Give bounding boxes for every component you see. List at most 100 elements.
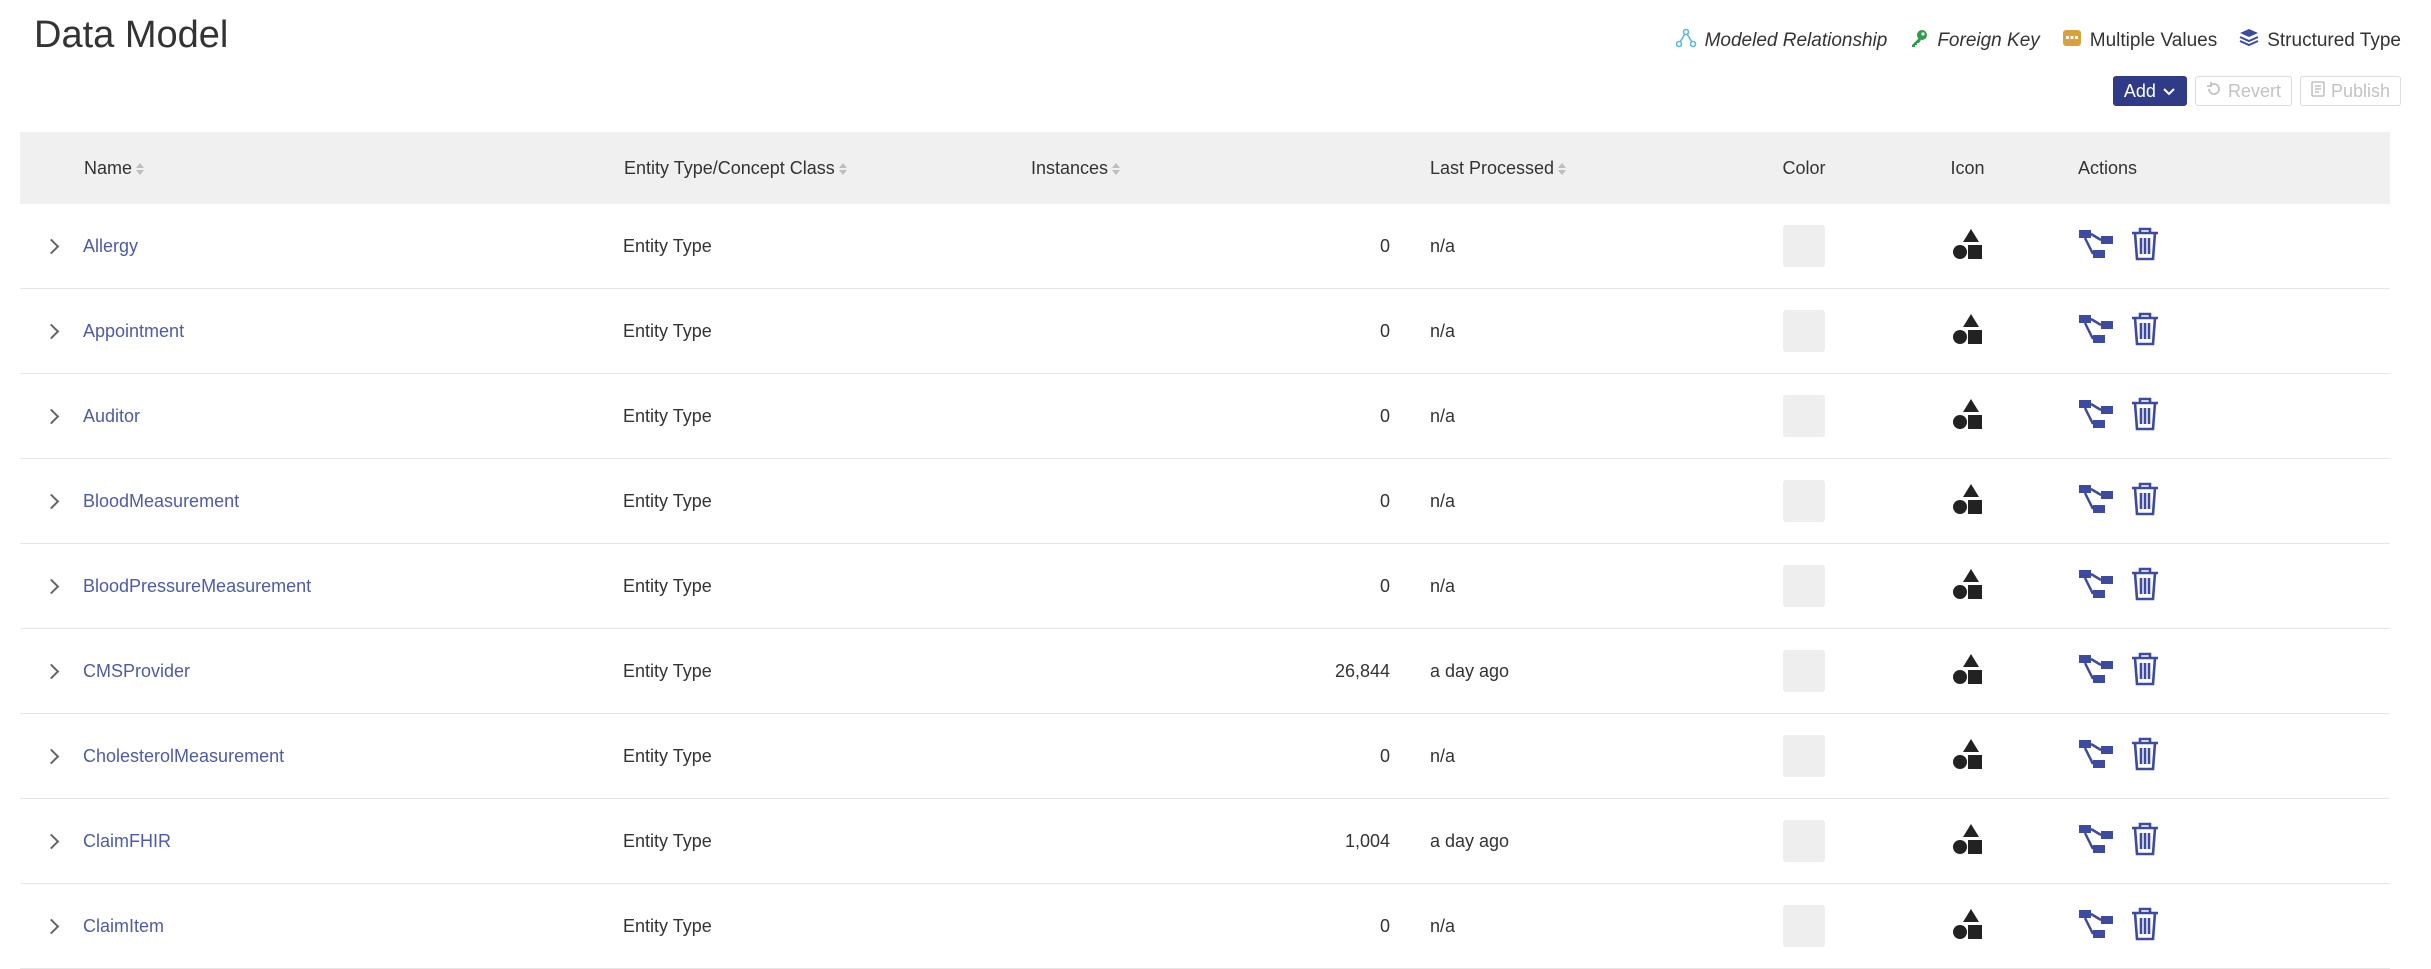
actions-cell xyxy=(2070,458,2390,544)
instances-column-header[interactable]: Instances xyxy=(1031,132,1410,204)
icon-cell xyxy=(1865,628,2070,714)
row-actions xyxy=(2070,481,2390,522)
shapes-icon[interactable] xyxy=(1952,228,1984,265)
last-processed-value[interactable]: a day ago xyxy=(1430,831,1509,851)
color-swatch[interactable] xyxy=(1783,905,1825,947)
expand-row-toggle[interactable] xyxy=(20,373,83,459)
add-button[interactable]: Add xyxy=(2112,76,2187,106)
entity-name-link[interactable]: BloodMeasurement xyxy=(83,491,239,511)
color-swatch[interactable] xyxy=(1783,225,1825,267)
last-processed-value: n/a xyxy=(1430,490,1456,511)
entity-name-link[interactable]: ClaimFHIR xyxy=(83,831,171,851)
instances-value[interactable]: 26,844 xyxy=(1335,661,1390,681)
trash-icon[interactable] xyxy=(2130,311,2160,352)
entity-name-link[interactable]: CMSProvider xyxy=(83,661,190,681)
color-swatch[interactable] xyxy=(1783,310,1825,352)
actions-cell xyxy=(2070,204,2390,289)
trash-icon[interactable] xyxy=(2130,736,2160,777)
actions-cell xyxy=(2070,798,2390,884)
expand-row-toggle[interactable] xyxy=(20,798,83,884)
relationship-diagram-icon[interactable] xyxy=(2078,227,2114,266)
legend-modeled-relationship: Modeled Relationship xyxy=(1675,28,1887,54)
color-swatch[interactable] xyxy=(1783,650,1825,692)
actions-column-header: Actions xyxy=(2070,132,2390,204)
trash-icon[interactable] xyxy=(2130,906,2160,947)
expand-row-toggle[interactable] xyxy=(20,204,83,289)
shapes-icon[interactable] xyxy=(1952,823,1984,860)
color-swatch[interactable] xyxy=(1783,735,1825,777)
relationship-diagram-icon[interactable] xyxy=(2078,567,2114,606)
expand-row-toggle[interactable] xyxy=(20,628,83,714)
expand-row-toggle[interactable] xyxy=(20,458,83,544)
relationship-diagram-icon[interactable] xyxy=(2078,737,2114,776)
relationship-diagram-icon[interactable] xyxy=(2078,822,2114,861)
color-swatch[interactable] xyxy=(1783,480,1825,522)
last-processed-header-label: Last Processed xyxy=(1430,157,1555,178)
color-cell xyxy=(1743,373,1865,459)
instances-value[interactable]: 1,004 xyxy=(1345,831,1390,851)
undo-icon xyxy=(2206,81,2222,102)
shapes-icon[interactable] xyxy=(1952,653,1984,690)
revert-button[interactable]: Revert xyxy=(2194,76,2292,106)
color-cell xyxy=(1743,288,1865,374)
chevron-right-icon xyxy=(43,238,60,254)
instances-value: 0 xyxy=(1379,405,1390,426)
shapes-icon[interactable] xyxy=(1952,313,1984,350)
last-processed-value: n/a xyxy=(1430,235,1456,256)
entity-name-link[interactable]: ClaimItem xyxy=(83,916,164,936)
relationship-diagram-icon[interactable] xyxy=(2078,397,2114,436)
last-processed-value: n/a xyxy=(1430,915,1456,936)
instances-value: 0 xyxy=(1379,320,1390,341)
chevron-right-icon xyxy=(43,408,60,424)
icon-cell xyxy=(1865,543,2070,629)
table-row: Allergy Entity Type 0 n/a xyxy=(20,204,2390,289)
entity-name-link[interactable]: Allergy xyxy=(83,236,138,256)
type-column-header[interactable]: Entity Type/Concept Class xyxy=(623,132,1031,204)
relationship-diagram-icon[interactable] xyxy=(2078,482,2114,521)
entity-name-link[interactable]: CholesterolMeasurement xyxy=(83,746,284,766)
shapes-icon[interactable] xyxy=(1952,908,1984,945)
expand-row-toggle[interactable] xyxy=(20,713,83,799)
trash-icon[interactable] xyxy=(2130,566,2160,607)
last-processed-column-header[interactable]: Last Processed xyxy=(1410,132,1743,204)
entity-name-link[interactable]: Auditor xyxy=(83,406,140,426)
trash-icon[interactable] xyxy=(2130,651,2160,692)
entity-type: Entity Type xyxy=(623,883,1031,969)
expand-row-toggle[interactable] xyxy=(20,883,83,969)
publish-button[interactable]: Publish xyxy=(2299,76,2401,106)
expand-row-toggle[interactable] xyxy=(20,288,83,374)
shapes-icon[interactable] xyxy=(1952,738,1984,775)
relationship-diagram-icon[interactable] xyxy=(2078,312,2114,351)
icon-cell xyxy=(1865,288,2070,374)
instances-header-label: Instances xyxy=(1031,157,1109,178)
trash-icon[interactable] xyxy=(2130,821,2160,862)
color-swatch[interactable] xyxy=(1783,395,1825,437)
chevron-right-icon xyxy=(43,918,60,934)
entity-name-link[interactable]: Appointment xyxy=(83,321,184,341)
last-processed-value[interactable]: a day ago xyxy=(1430,661,1509,681)
trash-icon[interactable] xyxy=(2130,481,2160,522)
last-processed: n/a xyxy=(1410,883,1743,969)
shapes-icon[interactable] xyxy=(1952,568,1984,605)
legend-label: Structured Type xyxy=(2267,30,2401,51)
legend-structured-type: Structured Type xyxy=(2239,28,2401,54)
color-cell xyxy=(1743,458,1865,544)
shapes-icon[interactable] xyxy=(1952,483,1984,520)
trash-icon[interactable] xyxy=(2130,396,2160,437)
legend-multiple-values: Multiple Values xyxy=(2062,28,2217,54)
name-column-header[interactable]: Name xyxy=(83,132,623,204)
table-row: ClaimFHIR Entity Type 1,004 a day ago xyxy=(20,798,2390,884)
actions-cell xyxy=(2070,713,2390,799)
trash-icon[interactable] xyxy=(2130,226,2160,267)
entity-type: Entity Type xyxy=(623,628,1031,714)
entity-name-link[interactable]: BloodPressureMeasurement xyxy=(83,576,311,596)
table-row: ClaimItem Entity Type 0 n/a xyxy=(20,883,2390,969)
icon-cell xyxy=(1865,883,2070,969)
table-row: BloodPressureMeasurement Entity Type 0 n… xyxy=(20,543,2390,629)
shapes-icon[interactable] xyxy=(1952,398,1984,435)
expand-row-toggle[interactable] xyxy=(20,543,83,629)
relationship-diagram-icon[interactable] xyxy=(2078,652,2114,691)
color-swatch[interactable] xyxy=(1783,820,1825,862)
color-swatch[interactable] xyxy=(1783,565,1825,607)
table-row: CholesterolMeasurement Entity Type 0 n/a xyxy=(20,713,2390,799)
